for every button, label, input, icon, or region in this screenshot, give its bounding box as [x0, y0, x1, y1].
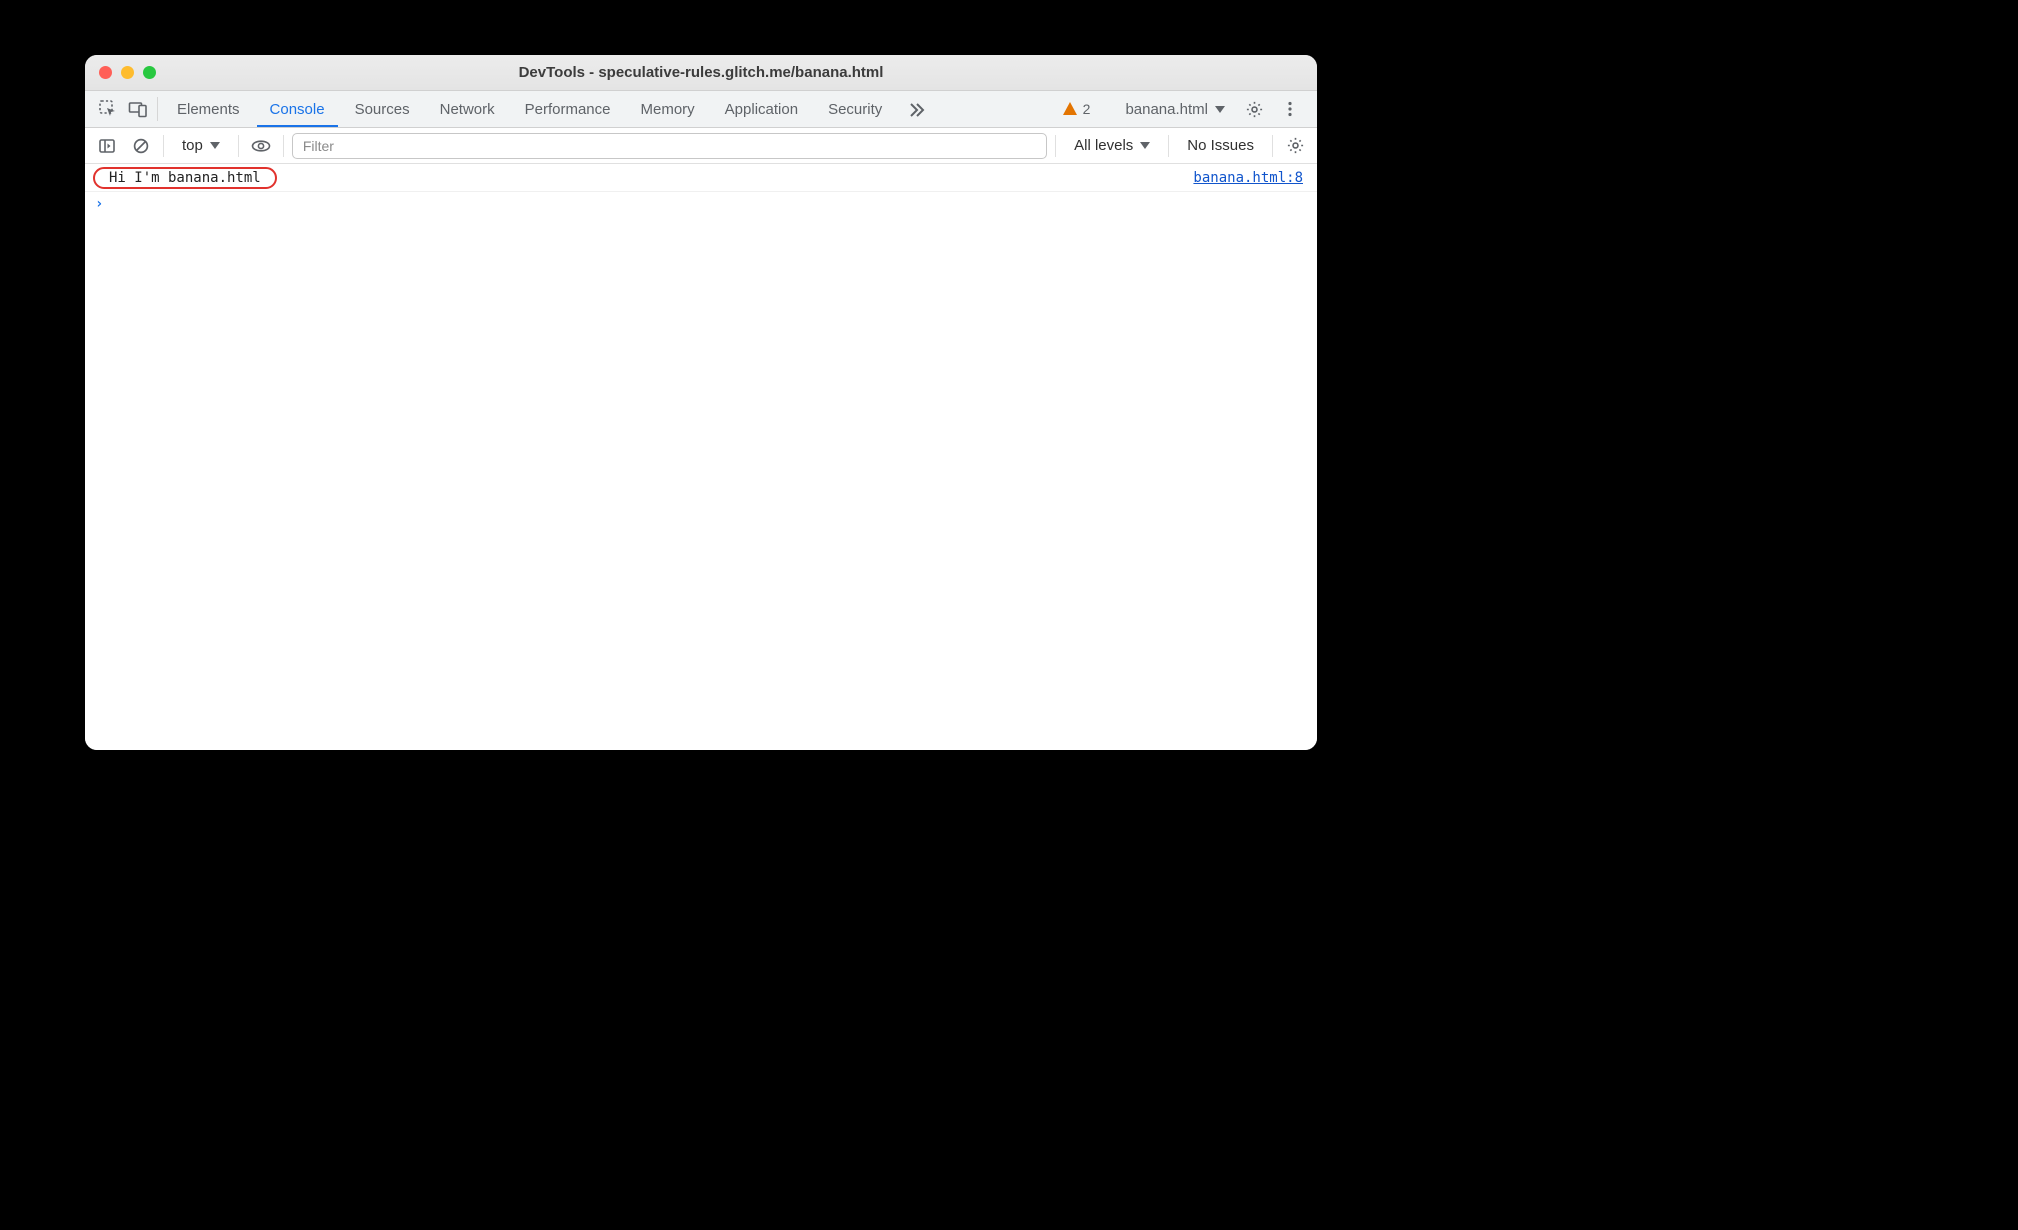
titlebar: DevTools - speculative-rules.glitch.me/b… [85, 55, 1317, 91]
warnings-count-value: 2 [1083, 101, 1091, 117]
console-settings-icon[interactable] [1281, 132, 1309, 160]
live-expression-icon[interactable] [247, 132, 275, 160]
tab-label: Security [828, 101, 882, 118]
log-message-wrap: Hi I'm banana.html [109, 170, 261, 186]
maximize-window-button[interactable] [143, 66, 156, 79]
devtools-window: DevTools - speculative-rules.glitch.me/b… [85, 55, 1317, 750]
separator [1055, 135, 1056, 157]
console-output[interactable]: Hi I'm banana.html banana.html:8 › [85, 164, 1317, 750]
tab-label: Performance [525, 101, 611, 118]
console-log-row: Hi I'm banana.html banana.html:8 [85, 164, 1317, 192]
tab-label: Application [725, 101, 798, 118]
tab-security[interactable]: Security [813, 91, 897, 127]
console-toolbar: top All levels No Issues [85, 128, 1317, 164]
tab-label: Console [270, 101, 325, 118]
execution-context-select[interactable]: top [172, 137, 230, 154]
separator [157, 97, 158, 121]
tab-performance[interactable]: Performance [510, 91, 626, 127]
chevron-down-icon [1215, 106, 1225, 113]
tab-label: Network [440, 101, 495, 118]
issues-button[interactable]: No Issues [1177, 137, 1264, 154]
warning-icon [1062, 101, 1078, 117]
filter-input[interactable] [292, 133, 1047, 159]
tab-label: Sources [355, 101, 410, 118]
tab-label: Elements [177, 101, 240, 118]
kebab-menu-icon[interactable] [1275, 100, 1305, 118]
tab-console[interactable]: Console [255, 91, 340, 127]
device-toolbar-icon[interactable] [123, 91, 153, 127]
minimize-window-button[interactable] [121, 66, 134, 79]
chevron-down-icon [1140, 142, 1150, 149]
prompt-caret-icon: › [95, 196, 103, 212]
tab-elements[interactable]: Elements [162, 91, 255, 127]
log-source-link[interactable]: banana.html:8 [1193, 170, 1309, 186]
issues-label: No Issues [1187, 137, 1254, 154]
window-title: DevTools - speculative-rules.glitch.me/b… [85, 64, 1317, 81]
tab-sources[interactable]: Sources [340, 91, 425, 127]
tab-application[interactable]: Application [710, 91, 813, 127]
inspect-element-icon[interactable] [93, 91, 123, 127]
tab-network[interactable]: Network [425, 91, 510, 127]
settings-icon[interactable] [1239, 100, 1269, 119]
log-levels-select[interactable]: All levels [1064, 137, 1160, 154]
panel-tabbar: Elements Console Sources Network Perform… [85, 91, 1317, 128]
chevron-down-icon [210, 142, 220, 149]
toolbar-right: 2 banana.html [1041, 91, 1309, 127]
console-prompt[interactable]: › [85, 192, 1317, 216]
separator [1272, 135, 1273, 157]
tab-memory[interactable]: Memory [626, 91, 710, 127]
close-window-button[interactable] [99, 66, 112, 79]
more-tabs-icon[interactable] [897, 91, 937, 127]
context-label: top [182, 137, 203, 154]
separator [238, 135, 239, 157]
traffic-lights [85, 66, 156, 79]
levels-label: All levels [1074, 137, 1133, 154]
separator [283, 135, 284, 157]
tab-label: Memory [641, 101, 695, 118]
target-select[interactable]: banana.html [1117, 101, 1233, 118]
clear-console-icon[interactable] [127, 132, 155, 160]
toggle-sidebar-icon[interactable] [93, 132, 121, 160]
separator [1168, 135, 1169, 157]
separator [163, 135, 164, 157]
log-message: Hi I'm banana.html [109, 170, 261, 186]
target-label: banana.html [1125, 101, 1208, 118]
warnings-count[interactable]: 2 [1056, 101, 1097, 117]
